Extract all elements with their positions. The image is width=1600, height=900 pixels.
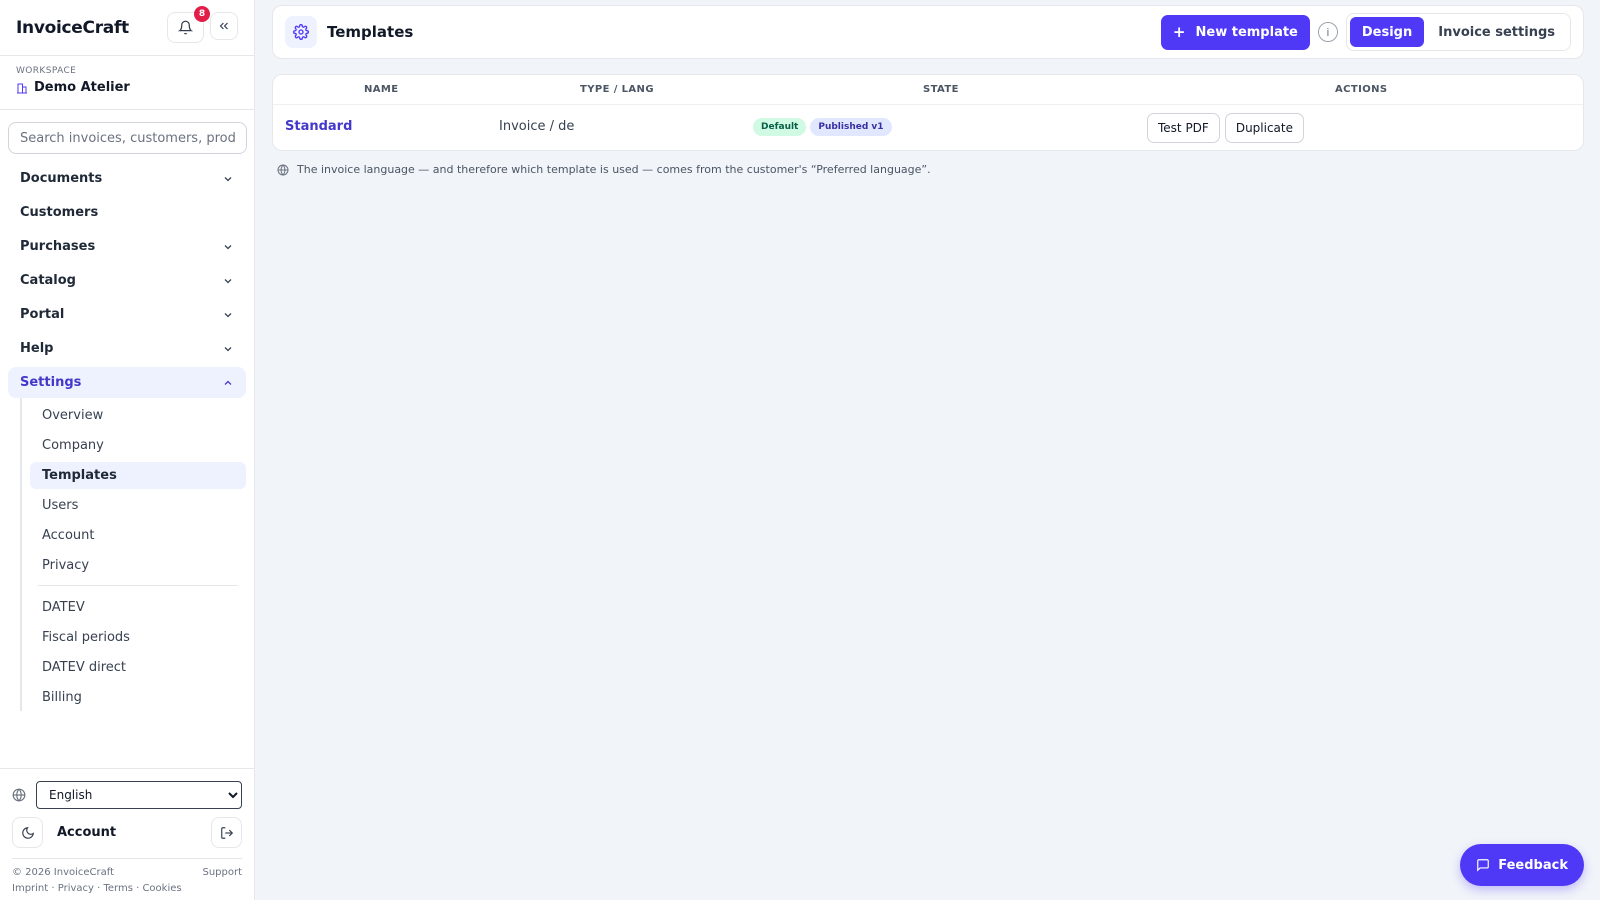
- workspace-label: WORKSPACE: [16, 66, 77, 76]
- subnav-item-datev-direct[interactable]: DATEV direct: [30, 654, 246, 681]
- tab-invoice-settings[interactable]: Invoice settings: [1426, 17, 1567, 47]
- subnav-item-billing[interactable]: Billing: [30, 684, 246, 711]
- collapse-sidebar-button[interactable]: [210, 12, 238, 40]
- sidebar-item-help[interactable]: Help: [8, 333, 246, 364]
- sidebar-item-label: Settings: [20, 375, 82, 390]
- subnav-item-users[interactable]: Users: [30, 492, 246, 519]
- brand-logo[interactable]: InvoiceCraft: [16, 18, 129, 38]
- chevron-up-icon: [224, 380, 232, 385]
- sidebar-item-portal[interactable]: Portal: [8, 299, 246, 330]
- column-header-actions: ACTIONS: [1335, 84, 1388, 95]
- chevron-down-icon: [224, 278, 232, 283]
- info-icon[interactable]: i: [1317, 22, 1338, 42]
- notification-badge: 8: [194, 6, 210, 22]
- language-select[interactable]: English: [36, 781, 242, 809]
- settings-badge: [285, 16, 317, 48]
- sidebar-footer: English Account © 2026 InvoiceCraft Supp…: [0, 768, 254, 900]
- templates-table: NAME TYPE / LANG STATE ACTIONS Standard …: [272, 74, 1584, 151]
- sidebar: InvoiceCraft 8 WORKSPACE Demo Atelier Do…: [0, 0, 255, 900]
- feedback-label: Feedback: [1498, 857, 1568, 873]
- plus-icon: +: [1172, 22, 1186, 41]
- gear-icon: [293, 24, 309, 40]
- new-template-label: New template: [1195, 24, 1298, 40]
- sidebar-item-label: Purchases: [20, 239, 96, 254]
- subnav-item-templates[interactable]: Templates: [30, 462, 246, 489]
- chevron-down-icon: [224, 244, 232, 249]
- logout-button[interactable]: [211, 817, 242, 848]
- footer-links[interactable]: Imprint · Privacy · Terms · Cookies: [12, 883, 242, 894]
- account-link[interactable]: Account: [57, 825, 116, 840]
- column-header-state: STATE: [923, 84, 959, 95]
- globe-icon: [12, 788, 26, 802]
- published-badge: Published v1: [810, 118, 892, 136]
- language-note-text: The invoice language — and therefore whi…: [297, 163, 931, 176]
- notifications-button[interactable]: 8: [167, 6, 210, 43]
- subnav-divider: [38, 585, 238, 586]
- bell-icon: [178, 20, 193, 35]
- sidebar-item-label: Portal: [20, 307, 65, 322]
- moon-icon: [21, 826, 34, 839]
- sidebar-item-label: Catalog: [20, 273, 76, 288]
- template-name-link[interactable]: Standard: [285, 119, 352, 134]
- theme-toggle-button[interactable]: [12, 817, 43, 848]
- logout-icon: [220, 826, 233, 839]
- test-pdf-button[interactable]: Test PDF: [1147, 113, 1220, 143]
- sidebar-nav: Documents Customers Purchases Catalog Po…: [0, 163, 254, 711]
- page-title: Templates: [327, 23, 414, 41]
- column-header-type-lang: TYPE / LANG: [580, 84, 654, 95]
- subnav-item-datev[interactable]: DATEV: [30, 594, 246, 621]
- sidebar-item-purchases[interactable]: Purchases: [8, 231, 246, 262]
- chat-icon: [1477, 859, 1490, 872]
- table-row: Standard Invoice / de Default Published v…: [273, 105, 1583, 150]
- workspace-name: Demo Atelier: [34, 80, 130, 95]
- settings-subnav: Overview Company Templates Users Account…: [20, 398, 246, 711]
- globe-icon: [277, 164, 289, 176]
- row-actions: Test PDF Duplicate: [1147, 113, 1304, 143]
- template-type-lang: Invoice / de: [499, 119, 575, 134]
- sidebar-item-catalog[interactable]: Catalog: [8, 265, 246, 296]
- new-template-button[interactable]: + New template: [1160, 14, 1310, 50]
- sidebar-item-settings[interactable]: Settings: [8, 367, 246, 398]
- sidebar-item-label: Documents: [20, 171, 103, 186]
- brand-row: InvoiceCraft 8: [0, 0, 254, 56]
- copyright-text: © 2026 InvoiceCraft: [12, 867, 115, 878]
- search-input[interactable]: [8, 122, 247, 154]
- chevron-down-icon: [224, 312, 232, 317]
- tab-design[interactable]: Design: [1349, 17, 1425, 47]
- subnav-item-overview[interactable]: Overview: [30, 402, 246, 429]
- sidebar-item-documents[interactable]: Documents: [8, 163, 246, 194]
- sidebar-item-label: Customers: [20, 205, 99, 220]
- sidebar-item-customers[interactable]: Customers: [8, 197, 246, 228]
- chevron-down-icon: [224, 346, 232, 351]
- feedback-button[interactable]: Feedback: [1460, 844, 1584, 886]
- building-icon: [17, 83, 27, 93]
- subnav-item-fiscal-periods[interactable]: Fiscal periods: [30, 624, 246, 651]
- default-badge: Default: [753, 118, 807, 136]
- support-link[interactable]: Support: [202, 867, 242, 878]
- duplicate-button[interactable]: Duplicate: [1224, 113, 1304, 143]
- chevrons-left-icon: [219, 22, 228, 30]
- template-state: Default Published v1: [753, 118, 896, 136]
- chevron-down-icon: [224, 176, 232, 181]
- sidebar-item-label: Help: [20, 341, 54, 356]
- workspace-switcher[interactable]: WORKSPACE Demo Atelier: [0, 56, 254, 110]
- page-header: Templates + New template i Design Invoic…: [272, 5, 1584, 59]
- subnav-item-company[interactable]: Company: [30, 432, 246, 459]
- view-toggle: Design Invoice settings: [1345, 13, 1571, 51]
- language-note: The invoice language — and therefore whi…: [277, 163, 931, 176]
- column-header-name: NAME: [364, 84, 399, 95]
- subnav-item-privacy[interactable]: Privacy: [30, 552, 246, 579]
- table-header: NAME TYPE / LANG STATE ACTIONS: [273, 75, 1583, 105]
- subnav-item-account[interactable]: Account: [30, 522, 246, 549]
